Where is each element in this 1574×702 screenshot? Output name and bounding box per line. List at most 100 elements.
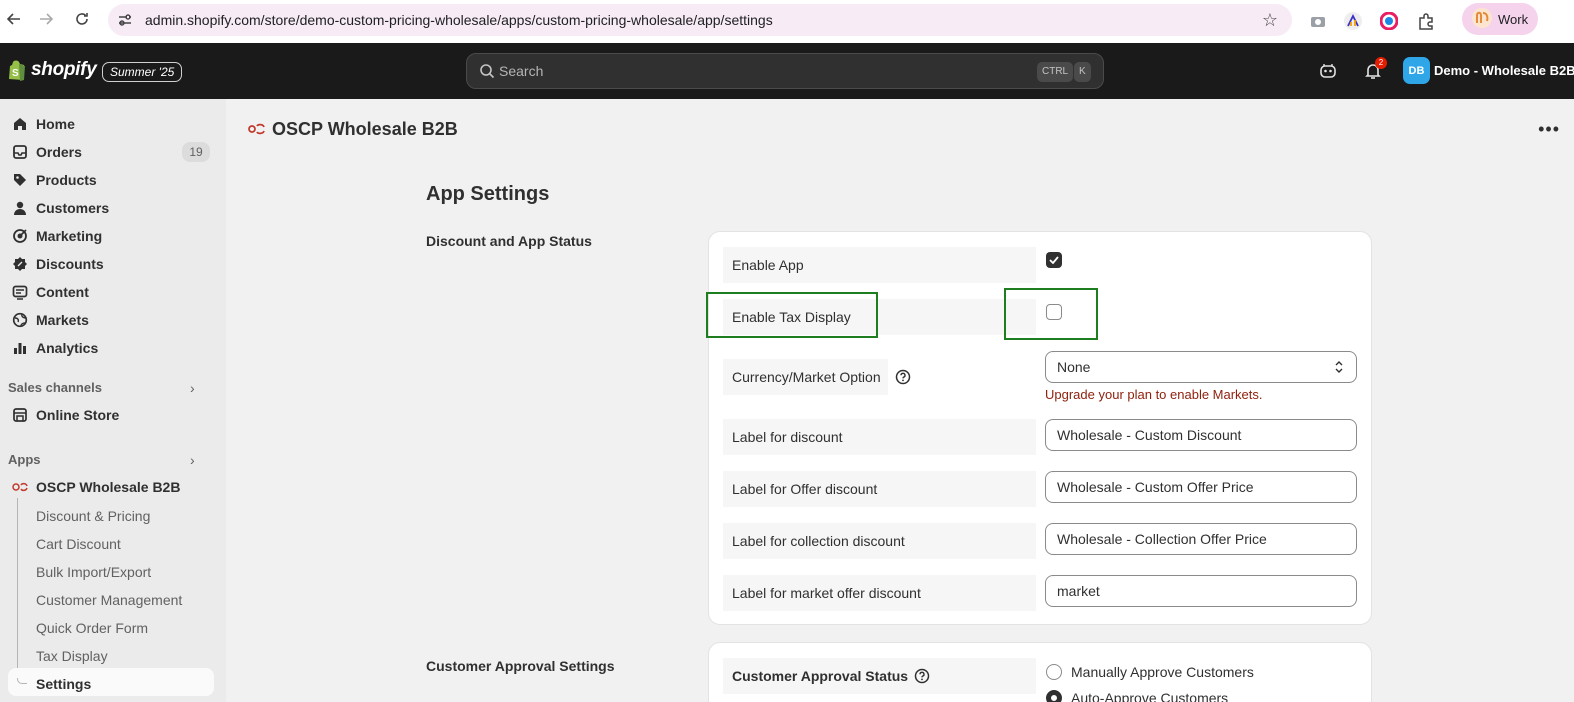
label-market-field[interactable]: market [1045,575,1357,607]
sidekick-icon[interactable] [1318,61,1338,81]
address-bar[interactable]: admin.shopify.com/store/demo-custom-pric… [108,4,1292,36]
extensions-puzzle-icon[interactable] [1415,10,1437,32]
main-content: OSCP Wholesale B2B ••• App Settings Disc… [226,99,1574,702]
sidebar-item-label: Home [36,116,75,132]
sidebar-item-markets[interactable]: Markets [8,306,214,334]
app-logo-icon [248,119,266,140]
site-info-icon[interactable] [117,12,133,28]
approval-status-label: Customer Approval Status [723,658,1036,694]
label-discount-label: Label for discount [723,419,1036,455]
admin-topbar: S shopify Summer '25 Search CTRL K 2 DB … [0,43,1574,99]
browser-toolbar: admin.shopify.com/store/demo-custom-pric… [0,0,1574,43]
reload-icon[interactable] [70,7,94,31]
radio-manual-approve[interactable] [1046,664,1062,680]
sidebar-item-label: Discounts [36,256,104,272]
sidebar-item-analytics[interactable]: Analytics [8,334,214,362]
radio-manual-approve-label[interactable]: Manually Approve Customers [1071,664,1254,680]
search-icon [479,63,495,84]
customer-approval-card: Customer Approval Status Manually Approv… [708,642,1372,702]
currency-upgrade-error: Upgrade your plan to enable Markets. [1045,387,1263,402]
sidebar-item-discounts[interactable]: Discounts [8,250,214,278]
sales-channels-heading[interactable]: Sales channels [8,380,102,395]
sidebar-subitem-tax-display[interactable]: Tax Display [36,648,108,664]
sidebar-item-content[interactable]: Content [8,278,214,306]
label-collection-field[interactable]: Wholesale - Collection Offer Price [1045,523,1357,555]
sidebar-subitem-quick-order-form[interactable]: Quick Order Form [36,620,148,636]
sidebar-item-label: Marketing [36,228,103,244]
label-market-label: Label for market offer discount [723,575,1036,611]
content-icon [10,284,30,300]
sidebar-subitem-customer-management[interactable]: Customer Management [36,592,182,608]
discount-icon [10,256,30,272]
brand-wordmark: shopify [31,59,97,80]
inbox-icon [10,144,30,160]
shortcut-k-key: K [1074,62,1091,82]
label-offer-label: Label for Offer discount [723,471,1036,507]
search-placeholder: Search [499,63,544,79]
shopify-bag-icon: S [9,60,25,81]
profile-label: Work [1498,11,1529,27]
currency-select[interactable]: None [1045,351,1357,383]
sidebar-item-label: Markets [36,312,89,328]
sidebar-subitem-bulk-import-export[interactable]: Bulk Import/Export [36,564,151,580]
person-icon [10,200,30,216]
store-name[interactable]: Demo - Wholesale B2B [1434,63,1574,78]
enable-app-label: Enable App [723,247,1036,283]
label-offer-field[interactable]: Wholesale - Custom Offer Price [1045,471,1357,503]
help-question-icon[interactable] [914,668,930,684]
tree-connector-end [17,678,27,684]
bar-chart-icon [10,340,30,356]
help-question-icon[interactable] [895,369,911,390]
target-icon [10,228,30,244]
chevron-right-icon[interactable]: › [190,380,195,396]
sidebar-item-label: OSCP Wholesale B2B [36,479,181,495]
sidebar-item-app-oscp[interactable]: OSCP Wholesale B2B [8,473,214,501]
back-icon[interactable] [2,7,26,31]
sidebar-item-marketing[interactable]: Marketing [8,222,214,250]
section-heading-customer-approval: Customer Approval Settings [426,658,615,674]
browser-profile-button[interactable]: Work [1462,3,1538,35]
sidebar-item-label: Online Store [36,407,120,423]
enable-app-checkbox[interactable] [1046,252,1062,268]
sidebar-subitem-cart-discount[interactable]: Cart Discount [36,536,121,552]
forward-icon[interactable] [34,7,58,31]
sidebar-item-label: Content [36,284,89,300]
shopify-logo[interactable]: S shopify [8,59,97,81]
label-collection-label: Label for collection discount [723,523,1036,559]
radio-auto-approve[interactable] [1046,690,1062,702]
search-input[interactable]: Search CTRL K [466,53,1104,89]
edition-badge[interactable]: Summer '25 [102,62,183,82]
analytics-extension-icon[interactable] [1342,10,1364,32]
currency-label: Currency/Market Option [723,359,888,395]
more-actions-icon[interactable]: ••• [1538,119,1560,140]
bookmark-star-icon[interactable]: ☆ [1262,10,1278,31]
label-discount-field[interactable]: Wholesale - Custom Discount [1045,419,1357,451]
sidebar-item-home[interactable]: Home [8,110,214,138]
avatar[interactable]: DB [1403,57,1430,84]
select-chevron-icon [1334,360,1344,377]
app-title-text: OSCP Wholesale B2B [272,119,458,139]
sidebar-item-orders[interactable]: Orders 19 [8,138,214,166]
page-title: OSCP Wholesale B2B [248,119,458,140]
apps-heading[interactable]: Apps [8,452,41,467]
sidebar-subitem-discount-pricing[interactable]: Discount & Pricing [36,508,150,524]
chevron-right-icon[interactable]: › [190,452,195,468]
sidebar-item-products[interactable]: Products [8,166,214,194]
sidebar-subitem-settings[interactable]: Settings [36,676,91,692]
currency-selected-value: None [1057,359,1091,375]
radio-auto-approve-label[interactable]: Auto-Approve Customers [1071,690,1228,702]
globe-icon [10,312,30,328]
camera-extension-icon[interactable] [1307,10,1329,32]
home-icon [10,116,30,132]
shortcut-ctrl-key: CTRL [1037,62,1074,82]
sidebar-item-online-store[interactable]: Online Store [8,401,214,429]
sidebar-item-label: Analytics [36,340,99,356]
highlight-box-tax-checkbox [1004,288,1098,340]
tree-connector [17,498,18,678]
approval-status-text: Customer Approval Status [732,668,909,684]
sidebar-item-label: Products [36,172,97,188]
highlight-box-tax-label [706,292,878,338]
notification-count-badge: 2 [1375,57,1387,69]
color-picker-extension-icon[interactable] [1378,10,1400,32]
sidebar-item-customers[interactable]: Customers [8,194,214,222]
